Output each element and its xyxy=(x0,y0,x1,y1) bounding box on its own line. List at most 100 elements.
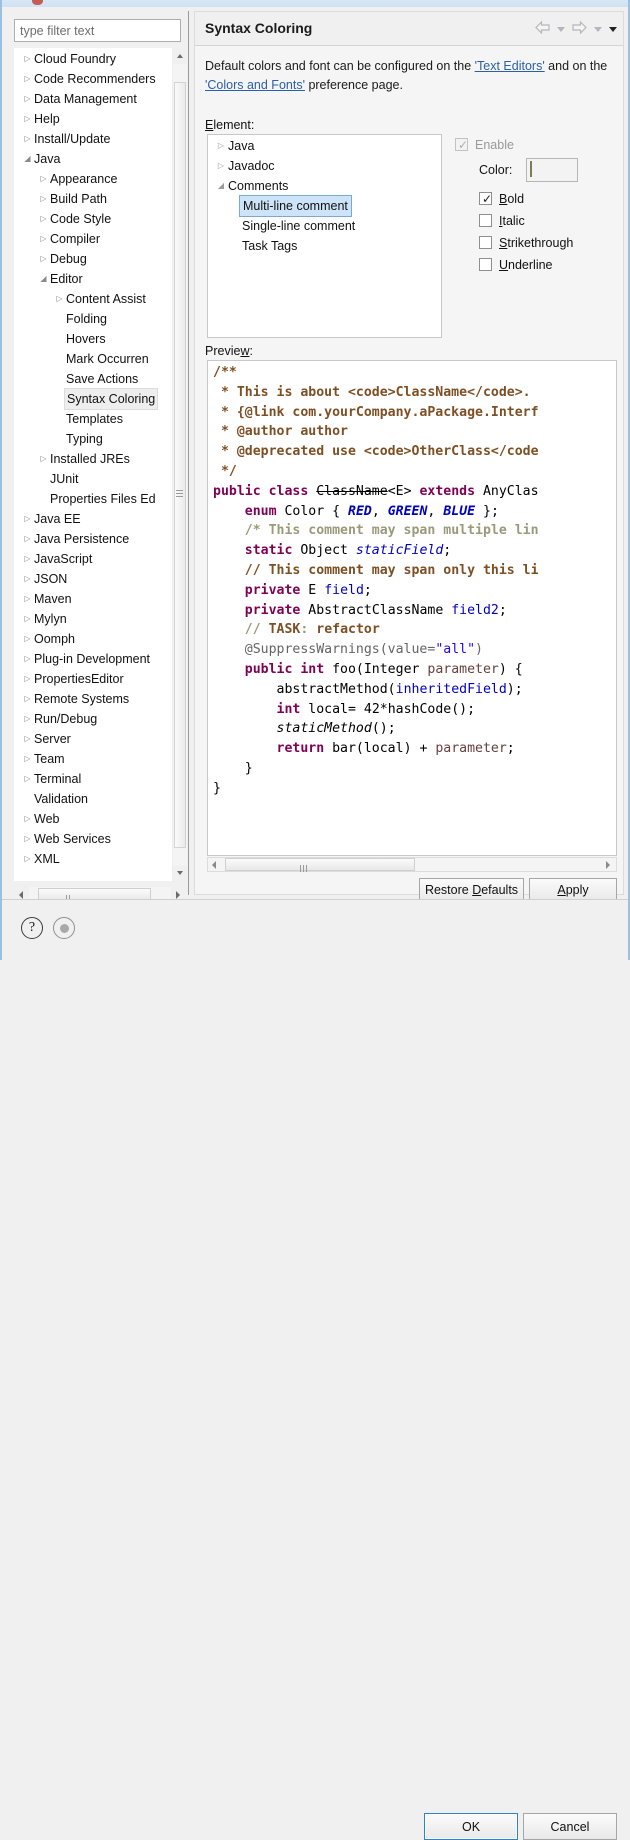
chevron-right-icon[interactable]: ▷ xyxy=(21,829,34,849)
preview-horizontal-scrollbar[interactable] xyxy=(207,857,617,872)
chevron-right-icon[interactable]: ▷ xyxy=(21,569,34,589)
sidebar-item-code-recommenders[interactable]: ▷ Code Recommenders xyxy=(15,68,173,88)
chevron-right-icon[interactable]: ▷ xyxy=(21,709,34,729)
sidebar-item-junit[interactable]: JUnit xyxy=(15,468,173,488)
chevron-right-icon[interactable]: ▷ xyxy=(21,49,34,69)
sidebar-item-content-assist[interactable]: ▷ Content Assist xyxy=(15,288,173,308)
sidebar-item-data-management[interactable]: ▷ Data Management xyxy=(15,88,173,108)
sidebar-item-typing[interactable]: Typing xyxy=(15,428,173,448)
sidebar-item-json[interactable]: ▷ JSON xyxy=(15,568,173,588)
chevron-right-icon[interactable]: ▷ xyxy=(21,629,34,649)
italic-checkbox[interactable]: Italic xyxy=(479,210,617,232)
chevron-right-icon[interactable]: ▷ xyxy=(21,609,34,629)
chevron-right-icon[interactable]: ▷ xyxy=(37,449,50,469)
sidebar-item-java[interactable]: ◢ Java xyxy=(15,148,173,168)
cancel-button[interactable]: Cancel xyxy=(523,1813,617,1840)
sidebar-item-oomph[interactable]: ▷ Oomph xyxy=(15,628,173,648)
element-item-multi-line-comment[interactable]: Multi-line comment xyxy=(208,195,441,217)
chevron-right-icon[interactable]: ▷ xyxy=(21,529,34,549)
chevron-right-icon[interactable]: ▷ xyxy=(21,549,34,569)
chevron-right-icon[interactable]: ▷ xyxy=(21,109,34,129)
sidebar-item-java-ee[interactable]: ▷ Java EE xyxy=(15,508,173,528)
sidebar-item-compiler[interactable]: ▷ Compiler xyxy=(15,228,173,248)
element-item-java[interactable]: ▷ Java xyxy=(208,135,441,155)
sidebar-item-mark-occurren[interactable]: Mark Occurren xyxy=(15,348,173,368)
strikethrough-checkbox[interactable]: Strikethrough xyxy=(479,232,617,254)
sidebar-item-templates[interactable]: Templates xyxy=(15,408,173,428)
sidebar-item-plug-in-development[interactable]: ▷ Plug-in Development xyxy=(15,648,173,668)
sidebar-item-maven[interactable]: ▷ Maven xyxy=(15,588,173,608)
sidebar-item-install-update[interactable]: ▷ Install/Update xyxy=(15,128,173,148)
element-item-task-tags[interactable]: Task Tags xyxy=(208,235,441,255)
sidebar-item-propertieseditor[interactable]: ▷ PropertiesEditor xyxy=(15,668,173,688)
back-dropdown-icon[interactable] xyxy=(557,26,565,32)
chevron-right-icon[interactable]: ▷ xyxy=(37,209,50,229)
sidebar-item-run-debug[interactable]: ▷ Run/Debug xyxy=(15,708,173,728)
scroll-up-button[interactable] xyxy=(173,48,187,64)
ok-button[interactable]: OK xyxy=(424,1813,518,1840)
chevron-right-icon[interactable]: ▷ xyxy=(37,229,50,249)
element-item-single-line-comment[interactable]: Single-line comment xyxy=(208,215,441,235)
sidebar-item-installed-jres[interactable]: ▷ Installed JREs xyxy=(15,448,173,468)
chevron-right-icon[interactable]: ▷ xyxy=(21,69,34,89)
enable-checkbox[interactable]: ✓ Enable xyxy=(455,134,617,156)
preferences-tree-list[interactable]: ▷ Cloud Foundry ▷ Code Recommenders ▷ Data Ma… xyxy=(15,48,173,881)
scrollbar-thumb[interactable] xyxy=(174,82,186,848)
sidebar-item-xml[interactable]: ▷ XML xyxy=(15,848,173,868)
filter-text-box[interactable] xyxy=(14,19,181,42)
element-tree[interactable]: ▷ Java ▷ Javadoc ◢ Comments Multi-line comment… xyxy=(207,134,442,338)
sidebar-item-folding[interactable]: Folding xyxy=(15,308,173,328)
sidebar-item-hovers[interactable]: Hovers xyxy=(15,328,173,348)
restore-defaults-button[interactable]: Restore Defaults xyxy=(419,878,524,901)
color-picker-button[interactable] xyxy=(526,158,578,182)
text-editors-link[interactable]: 'Text Editors' xyxy=(475,59,545,73)
help-icon[interactable]: ? xyxy=(21,917,43,939)
sidebar-item-remote-systems[interactable]: ▷ Remote Systems xyxy=(15,688,173,708)
sidebar-item-web[interactable]: ▷ Web xyxy=(15,808,173,828)
sidebar-item-editor[interactable]: ◢ Editor xyxy=(15,268,173,288)
chevron-right-icon[interactable]: ▷ xyxy=(21,769,34,789)
sidebar-item-syntax-coloring[interactable]: Syntax Coloring xyxy=(15,388,173,410)
element-item-javadoc[interactable]: ▷ Javadoc xyxy=(208,155,441,175)
preview-scrollbar-thumb[interactable] xyxy=(225,858,415,871)
forward-dropdown-icon[interactable] xyxy=(594,26,602,32)
chevron-right-icon[interactable]: ▷ xyxy=(37,169,50,189)
underline-checkbox[interactable]: Underline xyxy=(479,254,617,276)
sidebar-item-javascript[interactable]: ▷ JavaScript xyxy=(15,548,173,568)
sidebar-item-web-services[interactable]: ▷ Web Services xyxy=(15,828,173,848)
scroll-down-button[interactable] xyxy=(173,865,187,881)
sidebar-item-debug[interactable]: ▷ Debug xyxy=(15,248,173,268)
chevron-right-icon[interactable]: ▷ xyxy=(21,649,34,669)
tree-vertical-scrollbar[interactable] xyxy=(172,48,187,881)
chevron-right-icon[interactable]: ▷ xyxy=(21,849,34,869)
chevron-down-icon[interactable]: ◢ xyxy=(214,176,228,196)
chevron-right-icon[interactable]: ▷ xyxy=(21,129,34,149)
chevron-right-icon[interactable]: ▷ xyxy=(37,189,50,209)
sidebar-item-save-actions[interactable]: Save Actions xyxy=(15,368,173,388)
sidebar-item-server[interactable]: ▷ Server xyxy=(15,728,173,748)
bold-checkbox[interactable]: ✓ Bold xyxy=(479,188,617,210)
sidebar-item-terminal[interactable]: ▷ Terminal xyxy=(15,768,173,788)
apply-button[interactable]: Apply xyxy=(529,878,617,901)
sidebar-item-java-persistence[interactable]: ▷ Java Persistence xyxy=(15,528,173,548)
chevron-right-icon[interactable]: ▷ xyxy=(21,689,34,709)
preview-area[interactable]: /** * This is about <code>ClassName</cod… xyxy=(207,360,617,856)
pane-divider[interactable] xyxy=(187,11,191,895)
sidebar-item-appearance[interactable]: ▷ Appearance xyxy=(15,168,173,188)
chevron-right-icon[interactable]: ▷ xyxy=(214,136,228,156)
view-menu-icon[interactable] xyxy=(609,26,617,32)
sidebar-item-mylyn[interactable]: ▷ Mylyn xyxy=(15,608,173,628)
chevron-right-icon[interactable]: ▷ xyxy=(53,289,66,309)
element-item-comments[interactable]: ◢ Comments xyxy=(208,175,441,195)
colors-and-fonts-link[interactable]: 'Colors and Fonts' xyxy=(205,78,305,92)
forward-arrow-icon[interactable] xyxy=(572,20,587,37)
chevron-right-icon[interactable]: ▷ xyxy=(21,89,34,109)
chevron-down-icon[interactable]: ◢ xyxy=(37,269,50,289)
chevron-right-icon[interactable]: ▷ xyxy=(214,156,228,176)
chevron-right-icon[interactable]: ▷ xyxy=(21,509,34,529)
chevron-right-icon[interactable]: ▷ xyxy=(21,809,34,829)
sidebar-item-cloud-foundry[interactable]: ▷ Cloud Foundry xyxy=(15,48,173,68)
back-arrow-icon[interactable] xyxy=(535,20,550,37)
chevron-right-icon[interactable]: ▷ xyxy=(37,249,50,269)
chevron-right-icon[interactable]: ▷ xyxy=(21,669,34,689)
